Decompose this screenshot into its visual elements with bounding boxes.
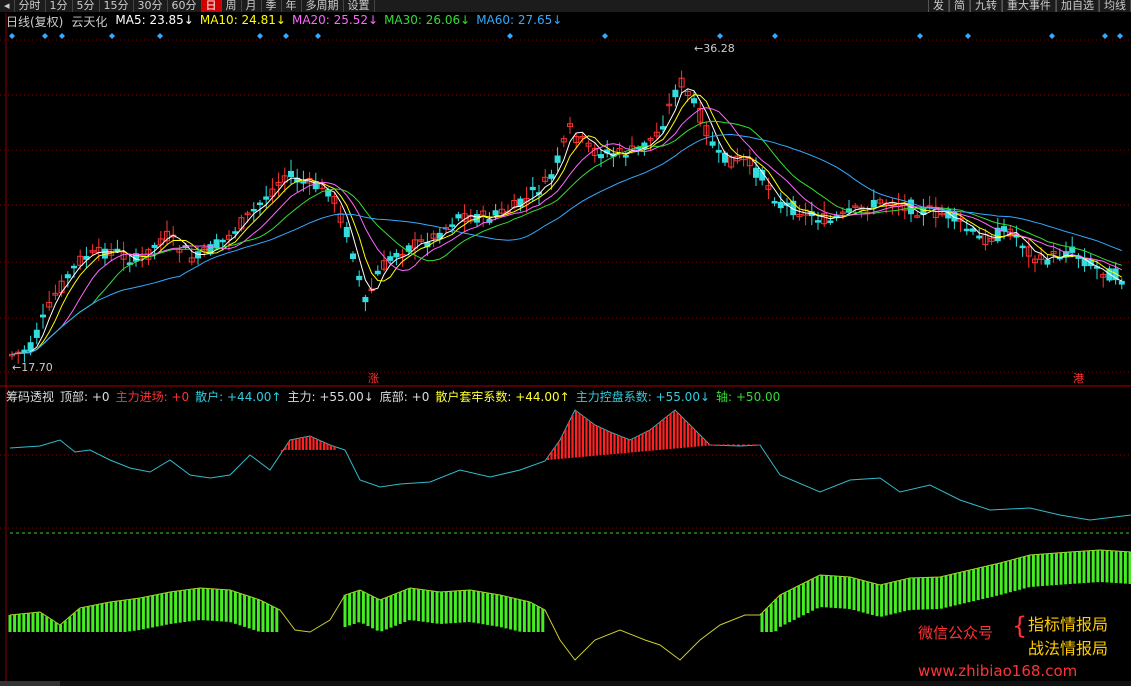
candle-down xyxy=(1001,226,1007,232)
candle-down xyxy=(548,174,555,179)
candle-down xyxy=(715,149,722,153)
candle-down xyxy=(963,228,970,232)
candle-down xyxy=(976,235,983,239)
watermark-url: www.zhibiao168.com xyxy=(918,662,1078,680)
signal-diamond xyxy=(59,33,65,39)
candle-down xyxy=(362,296,369,303)
candle-down xyxy=(1044,259,1051,265)
signal-diamond xyxy=(507,33,513,39)
watermark-brace: { xyxy=(1012,612,1028,640)
signal-diamond xyxy=(315,33,321,39)
ma60-line xyxy=(11,133,1122,355)
candle-down xyxy=(672,89,679,98)
candle-down xyxy=(970,228,976,232)
candle-down xyxy=(598,154,604,159)
candle-down xyxy=(288,170,294,178)
candle-down xyxy=(356,275,363,281)
signal-diamond xyxy=(157,33,163,39)
retail-line xyxy=(9,409,1131,521)
candle-down xyxy=(777,201,784,209)
signal-diamond xyxy=(1117,33,1123,39)
candle-down xyxy=(753,167,759,178)
candle-down xyxy=(71,265,77,269)
bottom-strip xyxy=(0,681,1131,686)
marker-gang: 港 xyxy=(1073,372,1084,385)
candle-down xyxy=(27,342,34,352)
candle-down xyxy=(219,239,226,243)
candle-down xyxy=(815,220,821,223)
candle-down xyxy=(387,256,394,261)
candle-down xyxy=(691,98,697,104)
watermark-line2: 战法情报局 xyxy=(1028,639,1109,658)
candle-down xyxy=(1118,280,1125,285)
candle-down xyxy=(709,141,716,146)
signal-diamond xyxy=(283,33,289,39)
scroll-thumb[interactable] xyxy=(0,681,60,686)
candle-down xyxy=(64,274,71,279)
candle-down xyxy=(622,155,629,158)
ma5-line xyxy=(11,88,1123,355)
candle-down xyxy=(449,224,456,227)
signal-diamond xyxy=(257,33,263,39)
candle-down xyxy=(250,208,257,212)
candle-down xyxy=(827,220,834,224)
candle-down xyxy=(232,231,239,234)
candle-down xyxy=(33,329,40,338)
candle-down xyxy=(1019,245,1026,249)
candle-down xyxy=(870,199,877,208)
candle-down xyxy=(151,244,158,248)
signal-diamond xyxy=(717,33,723,39)
candle-down xyxy=(300,181,307,184)
signal-diamond xyxy=(772,33,778,39)
signal-diamond xyxy=(1102,33,1108,39)
signal-diamond xyxy=(917,33,923,39)
candle-down xyxy=(374,270,381,275)
candle-down xyxy=(529,186,536,191)
marker-zhang: 涨 xyxy=(368,372,379,385)
control-line xyxy=(9,549,1131,661)
low-price-label: ←17.70 xyxy=(12,361,53,374)
signal-diamond xyxy=(42,33,48,39)
ma10-line xyxy=(11,94,1123,355)
candle-down xyxy=(492,210,499,216)
signal-diamond xyxy=(9,33,15,39)
candle-down xyxy=(554,155,561,163)
ma20-line xyxy=(11,107,1123,355)
signal-diamond xyxy=(109,33,115,39)
signal-diamond xyxy=(965,33,971,39)
candle-down xyxy=(213,239,220,248)
watermark-line1: 指标情报局 xyxy=(1028,615,1109,634)
candle-down xyxy=(350,253,356,260)
candle-down xyxy=(263,196,270,200)
watermark-left: 微信公众号 xyxy=(918,624,994,642)
candle-down xyxy=(393,252,400,258)
candle-down xyxy=(660,126,666,130)
candle-down xyxy=(40,314,46,318)
candle-down xyxy=(771,201,778,204)
high-price-label: ←36.28 xyxy=(694,42,735,55)
candle-down xyxy=(343,226,350,238)
candle-down xyxy=(114,248,121,252)
signal-diamond xyxy=(1049,33,1055,39)
kline-chart[interactable]: ←36.28 ←17.70 涨 港 xyxy=(0,0,1131,686)
candle-down xyxy=(257,202,263,206)
signal-diamond xyxy=(602,33,608,39)
candle-down xyxy=(455,214,462,219)
